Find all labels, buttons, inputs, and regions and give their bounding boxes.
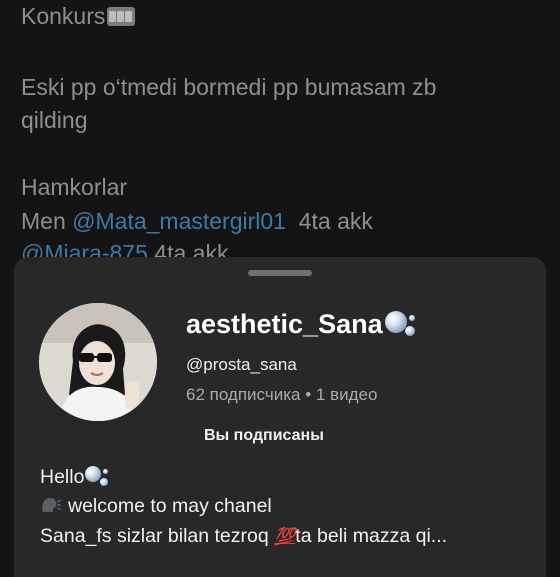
channel-avatar[interactable]: [39, 303, 157, 421]
drag-handle[interactable]: [248, 270, 312, 276]
slot-machine-icon: [107, 7, 136, 26]
description-line-1: Hello: [40, 465, 110, 489]
channel-name: aesthetic_Sana: [186, 309, 419, 340]
avatar-image: [39, 303, 157, 421]
channel-stats: 62 подписчика • 1 видео: [186, 385, 378, 404]
bubbles-icon: [383, 309, 419, 339]
channel-name-text: aesthetic_Sana: [186, 309, 383, 339]
post-line-4: Hamkorlar: [21, 174, 128, 200]
bubbles-icon: [84, 465, 110, 487]
post-line-2: Eski pp o‘tmedi bormedi pp bumasam zb: [21, 74, 437, 100]
description-line-2: welcome to may chanel: [40, 495, 272, 518]
description-text: welcome to may chanel: [68, 495, 272, 517]
post-line-title: Konkurs: [21, 3, 136, 30]
post-title-text: Konkurs: [21, 3, 106, 29]
description-line-3: Sana_fs sizlar bilan tezroq 💯ta beli maz…: [40, 525, 447, 548]
post-line-5-prefix: Men: [21, 208, 73, 234]
description-text: Hello: [40, 466, 85, 488]
post-line-5: Men @Mata_mastergirl01 4ta akk: [21, 208, 373, 235]
speaking-head-icon: [40, 496, 62, 514]
mention-link[interactable]: @Mata_mastergirl01: [72, 208, 286, 234]
subscribed-button[interactable]: Вы подписаны: [204, 427, 324, 445]
channel-bottom-sheet: aesthetic_Sana @prosta_sana 62 подписчик…: [14, 257, 546, 577]
description-text: ta beli mazza qi...: [295, 525, 448, 547]
description-text: Sana_fs sizlar bilan tezroq: [40, 525, 275, 547]
post-line-3: qilding: [21, 107, 88, 133]
post-line-5-suffix: 4ta akk: [285, 208, 373, 234]
channel-handle: @prosta_sana: [186, 355, 297, 374]
hundred-points-icon: 💯: [274, 527, 296, 546]
